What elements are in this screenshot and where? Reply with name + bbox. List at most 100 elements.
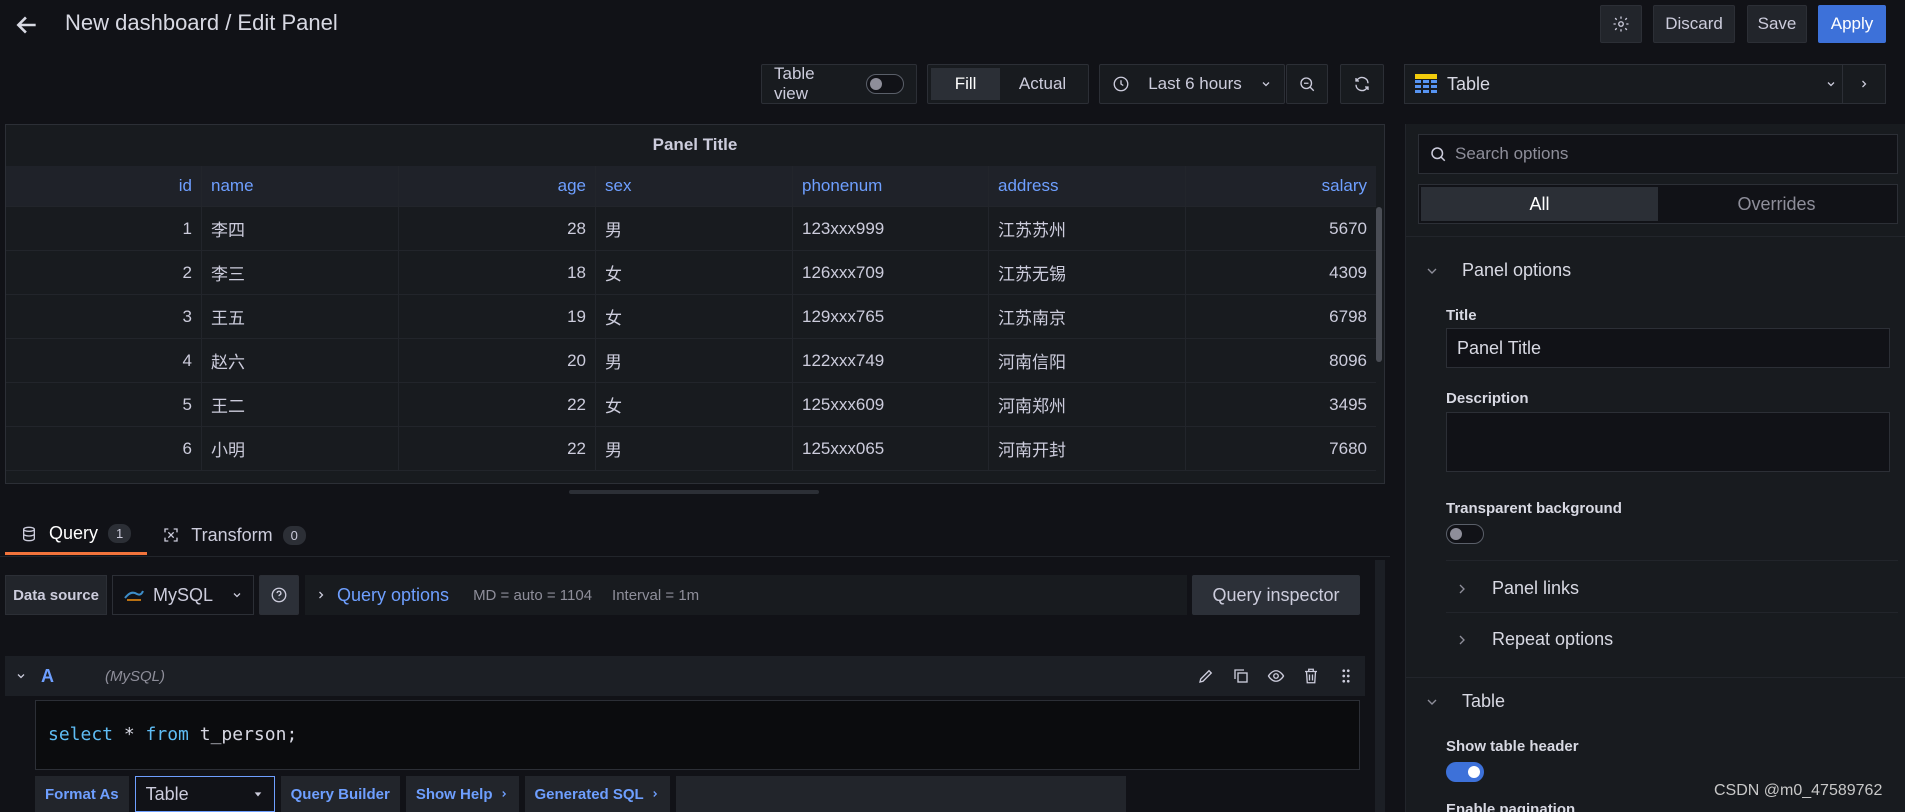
- format-as-select[interactable]: Table: [134, 776, 275, 812]
- column-header[interactable]: sex: [596, 166, 793, 206]
- pencil-icon[interactable]: [1197, 667, 1215, 685]
- query-inspector-button[interactable]: Query inspector: [1192, 575, 1360, 615]
- tab-all[interactable]: All: [1421, 187, 1658, 221]
- caret-down-icon: [254, 792, 261, 797]
- sql-options-filler: [675, 776, 1126, 812]
- column-header[interactable]: salary: [1186, 166, 1376, 206]
- table-cell: 2: [6, 251, 202, 294]
- column-header[interactable]: id: [6, 166, 202, 206]
- query-ref-id[interactable]: A: [41, 666, 105, 687]
- drag-handle-icon[interactable]: [1337, 667, 1355, 685]
- column-header[interactable]: name: [202, 166, 399, 206]
- tab-overrides[interactable]: Overrides: [1658, 187, 1895, 221]
- generated-sql-label: Generated SQL: [534, 785, 644, 803]
- table-cell: 5: [6, 383, 202, 426]
- chevron-down-icon: [1262, 82, 1270, 87]
- options-pane-collapse-button[interactable]: [1842, 64, 1886, 104]
- repeat-options-label: Repeat options: [1492, 629, 1614, 649]
- query-scrollbar[interactable]: [1375, 560, 1385, 812]
- panel-title[interactable]: Panel Title: [6, 125, 1384, 165]
- column-header[interactable]: phonenum: [793, 166, 989, 206]
- table-cell: 22: [399, 383, 596, 426]
- save-button[interactable]: Save: [1747, 5, 1807, 43]
- settings-button[interactable]: [1600, 5, 1642, 43]
- table-cell: 28: [399, 207, 596, 250]
- fill-button[interactable]: Fill: [931, 68, 1001, 100]
- sql-editor[interactable]: select * from t_person;: [35, 700, 1360, 770]
- chevron-right-icon: [1459, 584, 1465, 593]
- toggle-knob: [870, 78, 883, 90]
- query-builder-button[interactable]: Query Builder: [280, 776, 400, 812]
- query-options-label[interactable]: Query options: [337, 585, 449, 606]
- show-table-header-label: Show table header: [1446, 738, 1579, 755]
- time-range-picker[interactable]: Last 6 hours: [1099, 64, 1285, 104]
- table-cell: 河南开封: [989, 427, 1186, 470]
- chevron-right-icon: [653, 791, 657, 797]
- table-section[interactable]: Table: [1424, 691, 1505, 712]
- apply-button[interactable]: Apply: [1818, 5, 1886, 43]
- table-cell: 22: [399, 427, 596, 470]
- zoom-out-button[interactable]: [1286, 64, 1328, 104]
- discard-button[interactable]: Discard: [1653, 5, 1735, 43]
- actual-button[interactable]: Actual: [1000, 68, 1085, 100]
- refresh-button[interactable]: [1340, 64, 1384, 104]
- refresh-icon: [1355, 76, 1369, 92]
- gear-icon: [1613, 16, 1629, 32]
- data-source-select[interactable]: MySQL: [112, 575, 254, 615]
- table-cell: 李三: [202, 251, 399, 294]
- show-help-button[interactable]: Show Help: [405, 776, 519, 812]
- table-view-toggle-group[interactable]: Table view: [761, 64, 917, 104]
- tab-query[interactable]: Query 1: [5, 515, 148, 555]
- collapse-chevron-icon[interactable]: [15, 670, 27, 682]
- title-input[interactable]: Panel Title: [1446, 328, 1890, 368]
- table-cell: 江苏苏州: [989, 207, 1186, 250]
- table-cell: 女: [596, 295, 793, 338]
- trash-icon[interactable]: [1302, 667, 1320, 685]
- generated-sql-button[interactable]: Generated SQL: [524, 776, 670, 812]
- table-cell: 河南郑州: [989, 383, 1186, 426]
- table-cell: 河南信阳: [989, 339, 1186, 382]
- panel-preview: Panel Title id name age sex phonenum add…: [5, 124, 1385, 484]
- table-cell: 男: [596, 339, 793, 382]
- divider: [1406, 677, 1905, 678]
- table-view-toggle[interactable]: [866, 74, 904, 94]
- clock-icon: [1113, 76, 1129, 92]
- data-source-help-button[interactable]: [259, 575, 299, 615]
- column-header[interactable]: age: [399, 166, 596, 206]
- search-options-input[interactable]: Search options: [1418, 134, 1898, 174]
- back-arrow-icon[interactable]: [12, 10, 42, 40]
- mysql-logo-icon: [124, 590, 144, 601]
- pane-resize-handle[interactable]: [569, 490, 819, 494]
- show-table-header-toggle[interactable]: [1446, 762, 1484, 782]
- question-circle-icon: [271, 587, 287, 603]
- panel-options-section[interactable]: Panel options: [1424, 260, 1571, 281]
- table-cell: 125xxx609: [793, 383, 989, 426]
- tab-transform[interactable]: Transform 0: [147, 515, 322, 555]
- database-icon: [23, 526, 35, 541]
- copy-icon[interactable]: [1232, 667, 1250, 685]
- transparent-background-toggle[interactable]: [1446, 524, 1484, 544]
- table-cell: 8096: [1329, 350, 1367, 370]
- options-tabs: All Overrides: [1418, 184, 1898, 224]
- table-cell: 3495: [1329, 394, 1367, 414]
- sql-text: *: [113, 724, 146, 745]
- query-count-badge: 1: [108, 524, 132, 543]
- max-data-points-text: MD = auto = 1104: [473, 586, 593, 604]
- table-scrollbar[interactable]: [1376, 207, 1382, 362]
- sql-options-bar: Format As Table Query Builder Show Help …: [35, 776, 1126, 812]
- table-cell: 122xxx749: [793, 339, 989, 382]
- format-as-label: Format As: [35, 776, 129, 812]
- query-options-bar[interactable]: Query options MD = auto = 1104 Interval …: [305, 575, 1187, 615]
- column-header[interactable]: address: [989, 166, 1186, 206]
- table-cell: 4309: [1329, 262, 1367, 282]
- panel-links-label: Panel links: [1492, 578, 1580, 598]
- panel-links-section[interactable]: Panel links: [1454, 578, 1579, 599]
- query-tabs: Query 1 Transform 0: [5, 515, 322, 555]
- table-cell: 王二: [202, 383, 399, 426]
- description-textarea[interactable]: [1446, 412, 1890, 472]
- repeat-options-section[interactable]: Repeat options: [1454, 629, 1613, 650]
- toggle-knob: [1468, 766, 1480, 778]
- table-cell: 6798: [1329, 306, 1367, 326]
- eye-icon[interactable]: [1267, 667, 1285, 685]
- visualization-picker[interactable]: Table: [1404, 64, 1854, 104]
